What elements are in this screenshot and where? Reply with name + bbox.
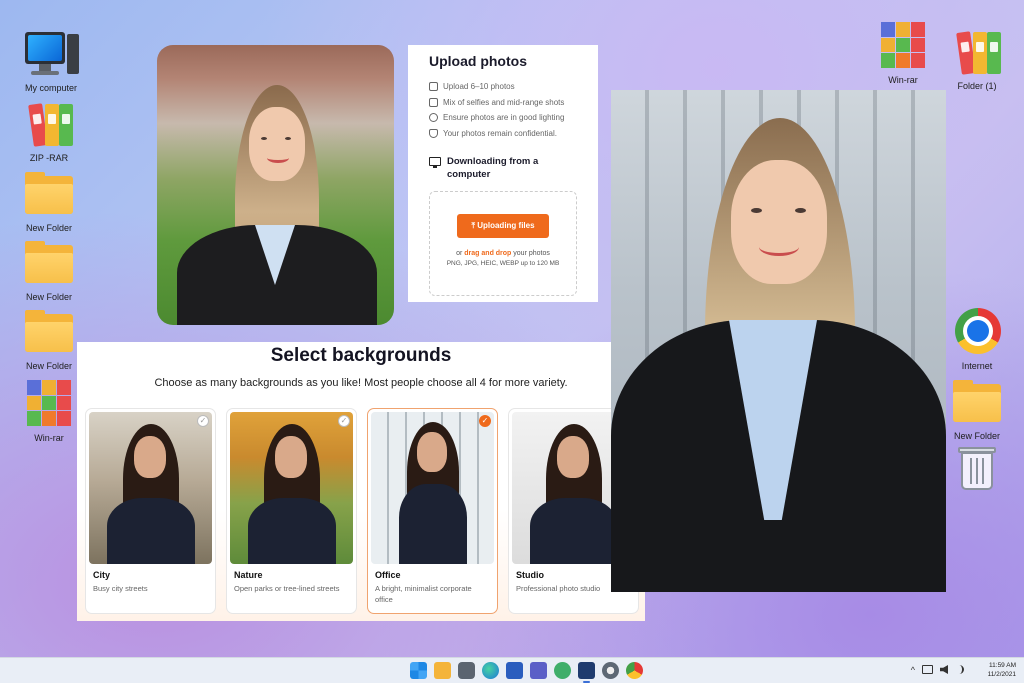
maps-icon[interactable]	[554, 662, 571, 679]
desktop-icon-label: Folder (1)	[957, 81, 997, 91]
desktop-icon-label: New Folder	[25, 223, 72, 233]
professional-headshot-photo	[611, 90, 946, 592]
background-description: A bright, minimalist corporate office	[375, 584, 472, 604]
upload-files-button[interactable]: ⤒ Uploading files	[457, 214, 549, 238]
checkbox-nature[interactable]: ✓	[338, 415, 350, 427]
desktop-icon-label: New Folder	[25, 292, 72, 302]
chrome-icon	[949, 306, 1005, 358]
store-icon[interactable]	[506, 662, 523, 679]
office-preview-image	[371, 412, 494, 564]
checkbox-city[interactable]: ✓	[197, 415, 209, 427]
tip-text: Ensure photos are in good lighting	[443, 113, 565, 123]
edge-icon[interactable]	[482, 662, 499, 679]
desktop-icon-label: New Folder	[25, 361, 72, 371]
desktop-icon-recycle-bin[interactable]	[940, 444, 1014, 496]
background-name: Office	[375, 570, 401, 580]
upload-photos-card: Upload photos Upload 6–10 photos Mix of …	[408, 45, 598, 302]
tray-chevron-icon[interactable]: ^	[911, 665, 915, 675]
tip-item: Ensure photos are in good lighting	[429, 110, 577, 126]
background-options: ✓ City Busy city streets ✓ Nature Open p…	[85, 408, 639, 614]
background-card-nature[interactable]: ✓ Nature Open parks or tree-lined street…	[226, 408, 357, 614]
binders-icon	[21, 98, 77, 150]
photo-dropzone[interactable]: ⤒ Uploading files or drag and drop your …	[429, 191, 577, 296]
clock-time: 11:59 AM	[989, 662, 1016, 669]
shield-icon	[429, 128, 438, 138]
desktop-icon-win-rar-right[interactable]: Win-rar	[866, 20, 940, 85]
backgrounds-title: Select backgrounds	[270, 345, 452, 366]
folder-icon	[21, 168, 77, 220]
volume-icon[interactable]	[955, 665, 964, 674]
drag-drop-link[interactable]: drag and drop	[464, 250, 511, 257]
tip-text: Mix of selfies and mid-range shots	[443, 97, 565, 107]
folder-icon	[21, 306, 77, 358]
desktop-icon-new-folder-2[interactable]: New Folder	[12, 237, 86, 302]
desktop-icon-new-folder-right[interactable]: New Folder	[940, 376, 1014, 441]
background-description: Busy city streets	[93, 584, 148, 593]
settings-gear-icon[interactable]	[602, 662, 619, 679]
drop-suffix: your photos	[511, 250, 550, 257]
network-icon[interactable]	[922, 665, 933, 674]
city-preview-image	[89, 412, 212, 564]
tip-item: Upload 6–10 photos	[429, 79, 577, 95]
desktop-icon-win-rar[interactable]: Win-rar	[12, 378, 86, 443]
background-name: Nature	[234, 570, 263, 580]
desktop-icon-my-computer[interactable]: My computer	[14, 28, 88, 93]
taskbar-apps	[410, 662, 643, 683]
casual-selfie-photo	[157, 45, 394, 325]
background-card-office[interactable]: ✓ Office A bright, minimalist corporate …	[367, 408, 498, 614]
download-section: Downloading from a computer	[429, 155, 577, 181]
upload-tips-list: Upload 6–10 photos Mix of selfies and mi…	[429, 79, 577, 141]
desktop-icon-new-folder-3[interactable]: New Folder	[12, 306, 86, 371]
desktop-icon-label: New Folder	[953, 431, 1000, 441]
checkbox-office-checked[interactable]: ✓	[479, 415, 491, 427]
desktop-icon-label: ZIP -RAR	[29, 153, 69, 163]
clock-date: 11/2/2021	[987, 671, 1016, 678]
phone-icon	[429, 97, 438, 107]
folder-icon	[21, 237, 77, 289]
folder-icon	[949, 376, 1005, 428]
image-icon	[429, 82, 438, 92]
tip-item: Mix of selfies and mid-range shots	[429, 95, 577, 111]
upload-button-label: Uploading files	[477, 221, 535, 230]
display-icon[interactable]	[940, 665, 948, 674]
desktop-icon-label: My computer	[24, 83, 77, 93]
desktop-icon-label: Internet	[961, 361, 993, 371]
tip-item: Your photos remain confidential.	[429, 126, 577, 142]
accepted-formats: PNG, JPG, HEIC, WEBP up to 120 MB	[446, 260, 560, 267]
camera-icon[interactable]	[458, 662, 475, 679]
desktop-icon-folder-1[interactable]: Folder (1)	[940, 26, 1014, 91]
computer-icon	[23, 28, 79, 80]
background-name: Studio	[516, 570, 544, 580]
teams-icon[interactable]	[530, 662, 547, 679]
background-card-city[interactable]: ✓ City Busy city streets	[85, 408, 216, 614]
desktop-icon-internet[interactable]: Internet	[940, 306, 1014, 371]
desktop-icon-new-folder-1[interactable]: New Folder	[12, 168, 86, 233]
file-explorer-icon[interactable]	[434, 662, 451, 679]
recycle-bin-icon	[949, 444, 1005, 496]
select-backgrounds-panel: Select backgrounds Choose as many backgr…	[77, 342, 645, 621]
desktop-icon-label: Win-rar	[888, 75, 918, 85]
windows-start-icon[interactable]	[410, 662, 427, 679]
system-tray: ^	[911, 665, 964, 675]
taskbar: ^ 11:59 AM 11/2/2021	[0, 657, 1024, 683]
tip-text: Your photos remain confidential.	[443, 128, 557, 138]
taskbar-clock[interactable]: 11:59 AM 11/2/2021	[988, 661, 1016, 679]
dropzone-hint: or drag and drop your photos	[430, 250, 576, 257]
desktop-icon-label: Win-rar	[34, 433, 64, 443]
monitor-icon	[429, 157, 441, 168]
winrar-icon	[21, 378, 77, 430]
notepad-icon[interactable]	[578, 662, 595, 683]
background-description: Open parks or tree-lined streets	[234, 584, 340, 593]
nature-preview-image	[230, 412, 353, 564]
sun-icon	[429, 113, 438, 123]
tip-text: Upload 6–10 photos	[443, 82, 515, 92]
binders-icon	[949, 26, 1005, 78]
desktop-icon-zip-rar[interactable]: ZIP -RAR	[12, 98, 86, 163]
backgrounds-subtitle: Choose as many backgrounds as you like! …	[154, 377, 568, 389]
upload-title: Upload photos	[429, 53, 527, 69]
chrome-taskbar-icon[interactable]	[626, 662, 643, 679]
download-title: Downloading from a computer	[447, 156, 539, 180]
background-name: City	[93, 570, 111, 580]
winrar-icon	[875, 20, 931, 72]
